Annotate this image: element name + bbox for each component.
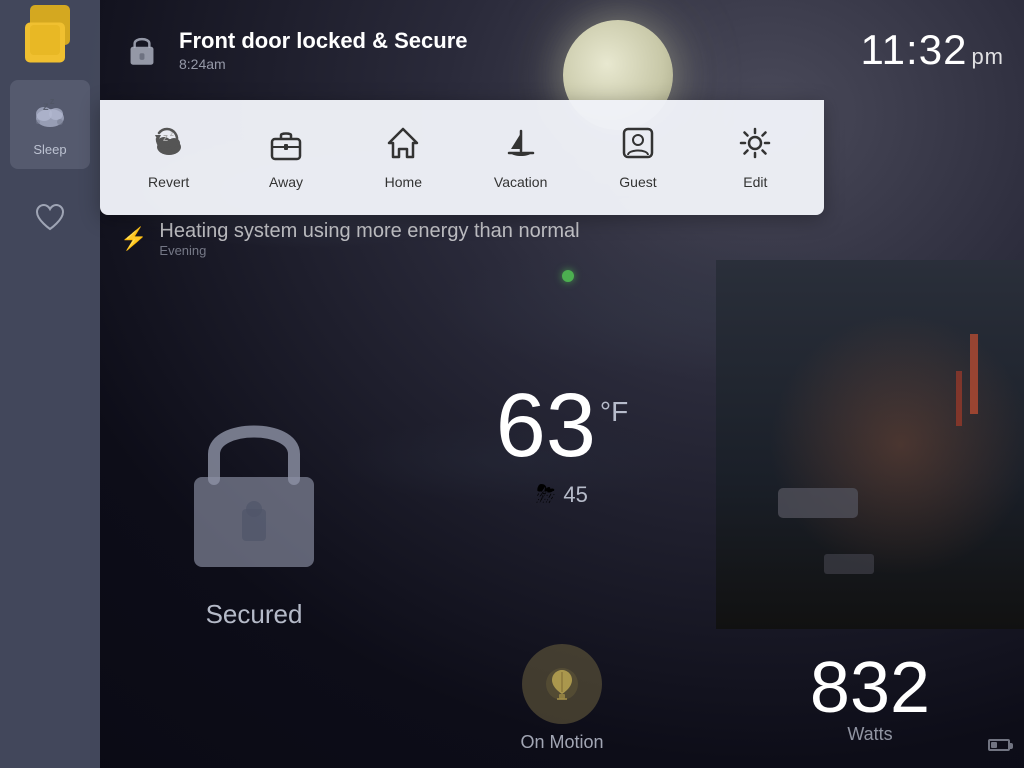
mode-home-label: Home xyxy=(385,174,422,190)
temperature-display: 63 °F xyxy=(496,381,628,471)
motion-icon xyxy=(522,644,602,724)
cam-crane xyxy=(970,334,978,414)
sidebar: Z Z Sleep xyxy=(0,0,100,768)
lock-label: Secured xyxy=(206,599,303,630)
temperature-section[interactable]: 63 °F ⛈ 45 xyxy=(408,260,716,629)
watts-label: Watts xyxy=(847,724,892,745)
mode-away-label: Away xyxy=(269,174,303,190)
alert-icon: ⚡ xyxy=(120,226,147,252)
svg-text:Z: Z xyxy=(43,102,49,112)
mode-vacation[interactable]: Vacation xyxy=(462,115,579,200)
alert-info: Heating system using more energy than no… xyxy=(159,220,579,258)
mode-vacation-label: Vacation xyxy=(494,174,547,190)
weather-row: ⛈ 45 xyxy=(536,481,588,509)
lock-status-title: Front door locked & Secure xyxy=(179,28,860,54)
cam-vehicle2 xyxy=(824,554,874,574)
cam-car xyxy=(778,488,858,518)
home-icon xyxy=(385,125,421,166)
lock-icon-large xyxy=(174,399,334,584)
sidebar-item-sleep-label: Sleep xyxy=(33,142,66,157)
mode-edit-label: Edit xyxy=(743,174,767,190)
guest-icon xyxy=(620,125,656,166)
lock-status-time: 8:24am xyxy=(179,56,860,72)
revert-icon: Z Z xyxy=(151,125,187,166)
motion-label: On Motion xyxy=(520,732,603,753)
sidebar-item-favorites[interactable] xyxy=(10,189,90,247)
alert-title: Heating system using more energy than no… xyxy=(159,220,579,243)
temperature-unit: °F xyxy=(600,396,628,428)
mode-edit[interactable]: Edit xyxy=(697,115,814,200)
edit-icon xyxy=(737,125,773,166)
sidebar-item-sleep[interactable]: Z Z Sleep xyxy=(10,80,90,169)
mode-guest[interactable]: Guest xyxy=(579,115,696,200)
svg-text:Z: Z xyxy=(163,134,168,143)
mode-away[interactable]: Away xyxy=(227,115,344,200)
weather-low: 45 xyxy=(563,482,587,508)
mode-menu: Z Z Revert Away Hom xyxy=(100,100,824,215)
watts-section[interactable]: 832 Watts xyxy=(716,629,1024,768)
vacation-icon xyxy=(503,125,539,166)
main-content: Secured 63 °F ⛈ 45 xyxy=(100,260,1024,768)
cam-crane2 xyxy=(956,371,962,426)
away-icon xyxy=(268,125,304,166)
alert-subtitle: Evening xyxy=(159,243,579,258)
app-logo[interactable] xyxy=(25,10,75,60)
motion-section[interactable]: On Motion xyxy=(408,629,716,768)
topbar-info: Front door locked & Secure 8:24am xyxy=(179,28,860,72)
mode-home[interactable]: Home xyxy=(345,115,462,200)
lock-status-icon xyxy=(120,28,164,72)
current-time: 11:32pm xyxy=(860,26,1004,74)
temperature-value: 63 xyxy=(496,381,596,471)
active-indicator xyxy=(562,270,574,282)
camera-section[interactable] xyxy=(716,260,1024,629)
mode-revert[interactable]: Z Z Revert xyxy=(110,115,227,200)
sleep-icon: Z Z xyxy=(28,92,72,136)
mode-guest-label: Guest xyxy=(619,174,656,190)
svg-text:Z: Z xyxy=(50,99,55,106)
battery-icon xyxy=(988,738,1010,756)
weather-icon: ⛈ xyxy=(536,481,555,509)
lock-section[interactable]: Secured xyxy=(100,260,408,768)
topbar: Front door locked & Secure 8:24am 11:32p… xyxy=(100,0,1024,100)
camera-feed xyxy=(716,260,1024,629)
watts-value: 832 xyxy=(810,652,930,724)
mode-revert-label: Revert xyxy=(148,174,189,190)
